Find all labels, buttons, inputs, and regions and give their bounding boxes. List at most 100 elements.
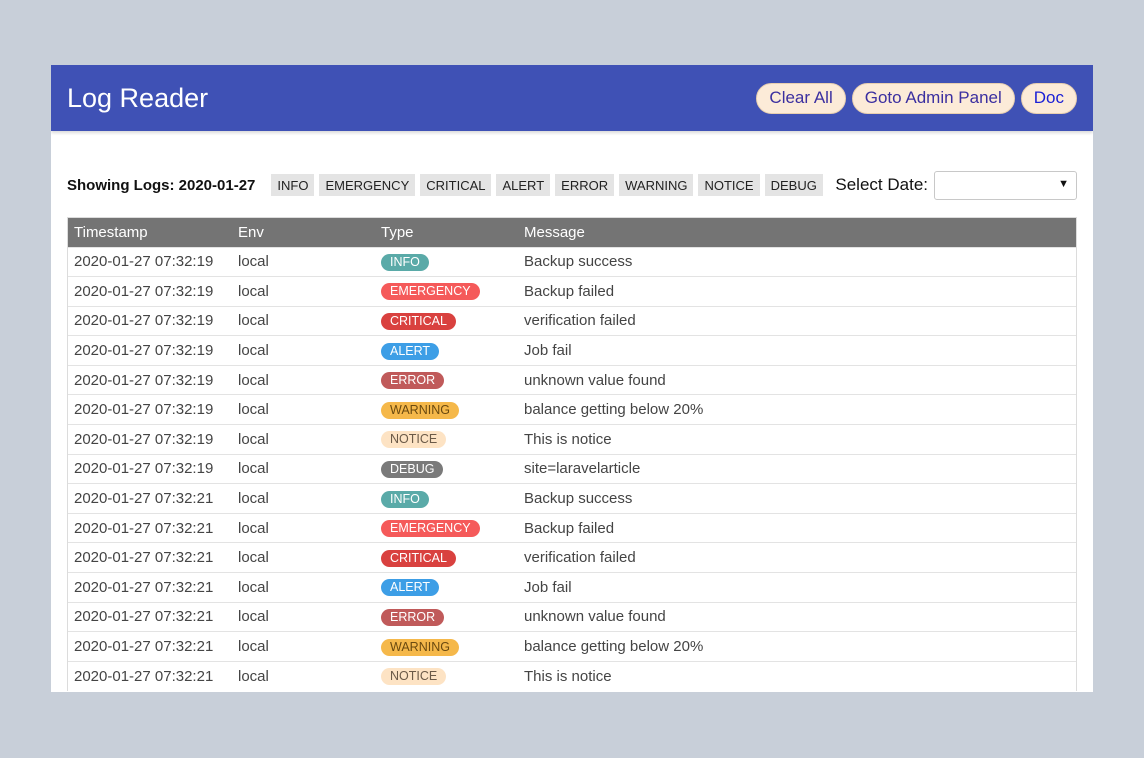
timestamp-cell: 2020-01-27 07:32:19 — [68, 424, 232, 455]
table-row: 2020-01-27 07:32:19 local INFO Backup succe… — [68, 246, 1076, 277]
table-row: 2020-01-27 07:32:19 local DEBUG site=larave… — [68, 453, 1076, 484]
env-cell: local — [232, 453, 375, 484]
message-cell: Backup failed — [518, 512, 1076, 543]
message-cell: site=laravelarticle — [518, 453, 1076, 484]
table-row: 2020-01-27 07:32:19 local NOTICE This is no… — [68, 424, 1076, 455]
message-cell: unknown value found — [518, 601, 1076, 632]
env-cell: local — [232, 512, 375, 543]
message-cell: verification failed — [518, 542, 1076, 573]
column-header-timestamp: Timestamp — [68, 218, 232, 247]
date-select[interactable]: ▼ — [934, 170, 1077, 200]
type-cell: ALERT — [375, 335, 518, 366]
filter-notice[interactable]: NOTICE — [698, 174, 760, 196]
table-row: 2020-01-27 07:32:21 local CRITICAL verifica… — [68, 542, 1076, 573]
env-cell: local — [232, 424, 375, 455]
type-badge: CRITICAL — [381, 312, 456, 330]
table-row: 2020-01-27 07:32:19 local ALERT Job fail — [68, 335, 1076, 366]
message-cell: Backup success — [518, 483, 1076, 514]
message-cell: Job fail — [518, 572, 1076, 603]
env-cell: local — [232, 542, 375, 573]
table-row: 2020-01-27 07:32:19 local EMERGENCY Backup … — [68, 276, 1076, 307]
timestamp-cell: 2020-01-27 07:32:19 — [68, 394, 232, 425]
timestamp-cell: 2020-01-27 07:32:21 — [68, 572, 232, 603]
type-badge: CRITICAL — [381, 549, 456, 567]
message-cell: Backup failed — [518, 276, 1076, 307]
env-cell: local — [232, 246, 375, 277]
env-cell: local — [232, 305, 375, 336]
timestamp-cell: 2020-01-27 07:32:19 — [68, 335, 232, 366]
message-cell: balance getting below 20% — [518, 631, 1076, 662]
timestamp-cell: 2020-01-27 07:32:19 — [68, 276, 232, 307]
type-badge: ALERT — [381, 579, 440, 597]
message-cell: Backup success — [518, 246, 1076, 277]
caret-down-icon: ▼ — [1058, 177, 1069, 190]
timestamp-cell: 2020-01-27 07:32:21 — [68, 542, 232, 573]
filter-alert[interactable]: ALERT — [496, 174, 551, 196]
timestamp-cell: 2020-01-27 07:32:21 — [68, 660, 232, 691]
type-cell: NOTICE — [375, 424, 518, 455]
clear-all-button[interactable]: Clear All — [756, 82, 846, 114]
type-cell: WARNING — [375, 631, 518, 662]
timestamp-cell: 2020-01-27 07:32:21 — [68, 601, 232, 632]
env-cell: local — [232, 572, 375, 603]
showing-logs-label: Showing Logs: 2020-01-27 — [67, 176, 256, 194]
timestamp-cell: 2020-01-27 07:32:19 — [68, 364, 232, 395]
date-picker: Select Date: ▼ — [835, 170, 1077, 200]
env-cell: local — [232, 364, 375, 395]
type-badge: INFO — [381, 490, 429, 508]
env-cell: local — [232, 394, 375, 425]
env-cell: local — [232, 483, 375, 514]
log-reader-window: Log Reader Clear All Goto Admin Panel Do… — [51, 65, 1093, 692]
timestamp-cell: 2020-01-27 07:32:19 — [68, 453, 232, 484]
select-date-label: Select Date: — [835, 175, 928, 194]
type-badge: ERROR — [381, 372, 445, 390]
table-row: 2020-01-27 07:32:21 local EMERGENCY Backup … — [68, 512, 1076, 543]
log-table-container: Timestamp Env Type Message 2020-01-27 07… — [67, 217, 1077, 691]
timestamp-cell: 2020-01-27 07:32:21 — [68, 512, 232, 543]
env-cell: local — [232, 631, 375, 662]
type-badge: WARNING — [381, 401, 459, 419]
type-cell: DEBUG — [375, 453, 518, 484]
type-badge: DEBUG — [381, 460, 444, 478]
timestamp-cell: 2020-01-27 07:32:21 — [68, 631, 232, 662]
message-cell: This is notice — [518, 660, 1076, 691]
column-header-type: Type — [375, 218, 518, 247]
table-row: 2020-01-27 07:32:19 local CRITICAL verifica… — [68, 305, 1076, 336]
table-row: 2020-01-27 07:32:21 local NOTICE This is no… — [68, 660, 1076, 691]
message-cell: verification failed — [518, 305, 1076, 336]
message-cell: This is notice — [518, 424, 1076, 455]
type-cell: INFO — [375, 246, 518, 277]
admin-panel-button[interactable]: Goto Admin Panel — [851, 82, 1015, 114]
timestamp-cell: 2020-01-27 07:32:21 — [68, 483, 232, 514]
table-row: 2020-01-27 07:32:19 local ERROR unknown val… — [68, 364, 1076, 395]
filter-emergency[interactable]: EMERGENCY — [319, 174, 416, 196]
type-badge: EMERGENCY — [381, 283, 480, 301]
type-cell: NOTICE — [375, 660, 518, 691]
type-badge: WARNING — [381, 638, 459, 656]
table-row: 2020-01-27 07:32:21 local INFO Backup succe… — [68, 483, 1076, 514]
doc-button[interactable]: Doc — [1020, 82, 1077, 114]
filter-warning[interactable]: WARNING — [619, 174, 694, 196]
type-badge: NOTICE — [381, 431, 447, 449]
type-cell: EMERGENCY — [375, 276, 518, 307]
filter-debug[interactable]: DEBUG — [764, 174, 823, 196]
type-badge: INFO — [381, 253, 429, 271]
filter-critical[interactable]: CRITICAL — [420, 174, 492, 196]
table-header-row: Timestamp Env Type Message — [68, 218, 1076, 247]
table-row: 2020-01-27 07:32:21 local ALERT Job fail — [68, 572, 1076, 603]
filter-error[interactable]: ERROR — [555, 174, 615, 196]
type-badge: EMERGENCY — [381, 520, 480, 538]
type-cell: CRITICAL — [375, 542, 518, 573]
type-cell: EMERGENCY — [375, 512, 518, 543]
column-header-message: Message — [518, 218, 1076, 247]
type-badge: ALERT — [381, 342, 440, 360]
page-title: Log Reader — [67, 82, 209, 113]
message-cell: unknown value found — [518, 364, 1076, 395]
timestamp-cell: 2020-01-27 07:32:19 — [68, 246, 232, 277]
type-cell: ERROR — [375, 601, 518, 632]
message-cell: balance getting below 20% — [518, 394, 1076, 425]
type-cell: ERROR — [375, 364, 518, 395]
timestamp-cell: 2020-01-27 07:32:19 — [68, 305, 232, 336]
filter-info[interactable]: INFO — [271, 174, 315, 196]
type-badge: ERROR — [381, 608, 445, 626]
